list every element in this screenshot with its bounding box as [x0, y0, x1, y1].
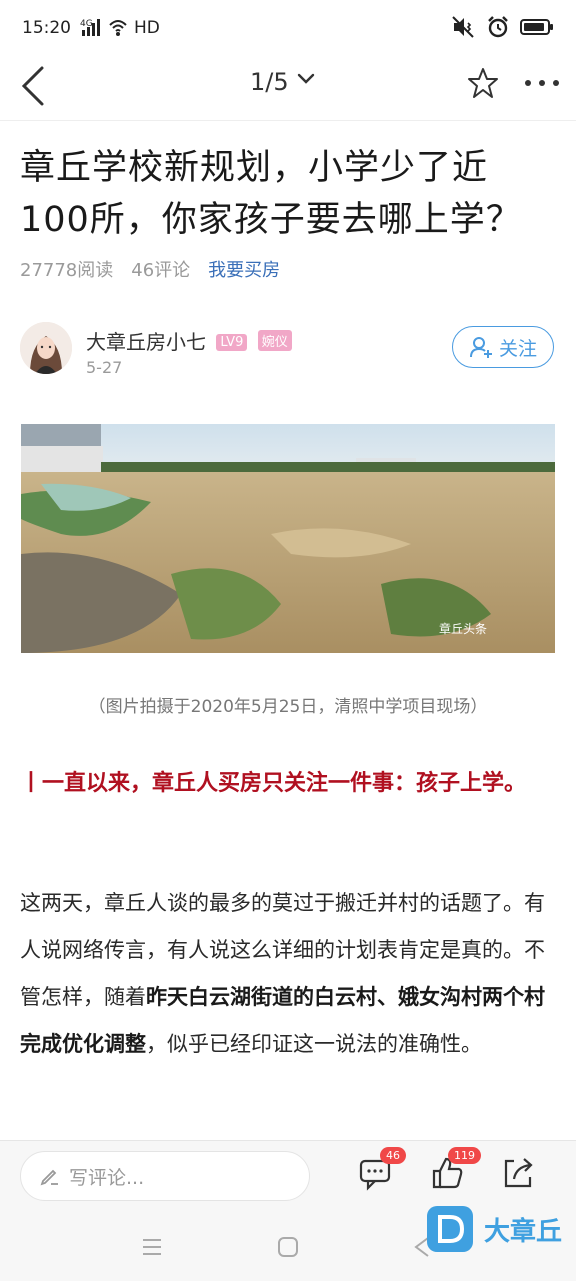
menu-icon[interactable]: [140, 1235, 164, 1259]
network-type: 4G: [80, 19, 93, 29]
favorite-star-icon[interactable]: [466, 66, 500, 100]
author-name[interactable]: 大章丘房小七: [86, 330, 206, 354]
page-indicator-label: 1/5: [250, 68, 289, 96]
follow-label: 关注: [498, 337, 537, 360]
like-count-badge: 119: [448, 1147, 481, 1164]
buy-house-link[interactable]: 我要买房: [208, 256, 280, 282]
share-icon: [504, 1158, 533, 1188]
comment-input[interactable]: 写评论...: [20, 1151, 310, 1201]
chevron-down-icon: [298, 73, 315, 84]
article-photo[interactable]: 章丘头条: [21, 424, 555, 653]
back-arrow-icon[interactable]: [18, 64, 48, 108]
body-paragraph: 这两天，章丘人谈的最多的莫过于搬迁并村的话题了。有人说网络传言，有人说这么详细的…: [20, 880, 555, 1068]
brand-logo-icon: [427, 1206, 473, 1252]
article-header: 1/5: [0, 56, 576, 121]
comments-button[interactable]: 46: [358, 1147, 406, 1195]
page-indicator[interactable]: 1/5: [250, 68, 316, 96]
comment-count-badge: 46: [380, 1147, 406, 1164]
battery-icon: [520, 19, 553, 35]
author-name-row: 大章丘房小七 LV9 婉仪: [86, 326, 292, 355]
mute-vibrate-icon: [452, 16, 474, 38]
status-time: 15:20: [22, 18, 71, 38]
comment-placeholder: 写评论...: [69, 1166, 145, 1189]
alarm-icon: [488, 16, 508, 38]
article-title: 章丘学校新规划，小学少了近100所，你家孩子要去哪上学？: [20, 148, 522, 240]
follow-button[interactable]: 关注: [452, 326, 554, 368]
home-icon[interactable]: [276, 1235, 300, 1259]
status-bar: 15:20 4G HD: [0, 0, 576, 56]
photo-watermark: 章丘头条: [439, 621, 487, 636]
read-count: 27778阅读: [20, 260, 114, 281]
signal-icon: 4G: [80, 16, 130, 41]
share-button[interactable]: [500, 1155, 540, 1195]
brand-watermark-text: 大章丘: [484, 1216, 563, 1247]
brand-watermark: 大章丘: [426, 1205, 562, 1253]
more-options-icon[interactable]: [522, 66, 562, 100]
pencil-icon: [40, 1169, 58, 1186]
author-avatar[interactable]: [20, 322, 72, 374]
body-text-part2: ，似乎已经印证这一说法的准确性。: [146, 1032, 482, 1056]
level-badge: LV9: [216, 334, 248, 351]
highlight-paragraph: 丨一直以来，章丘人买房只关注一件事：孩子上学。: [20, 771, 527, 796]
article-meta: 27778阅读 46评论 我要买房: [20, 256, 280, 282]
bottom-action-bar: 写评论... 46 119 大章丘: [0, 1140, 576, 1281]
title-badge: 婉仪: [257, 330, 292, 351]
hd-indicator: HD: [134, 18, 160, 38]
like-button[interactable]: 119: [430, 1147, 481, 1195]
photo-caption: （图片拍摄于2020年5月25日，清照中学项目现场）: [88, 697, 488, 717]
add-user-icon: [469, 337, 492, 358]
publish-date: 5-27: [86, 358, 123, 377]
comment-count-text[interactable]: 46评论: [131, 256, 190, 282]
